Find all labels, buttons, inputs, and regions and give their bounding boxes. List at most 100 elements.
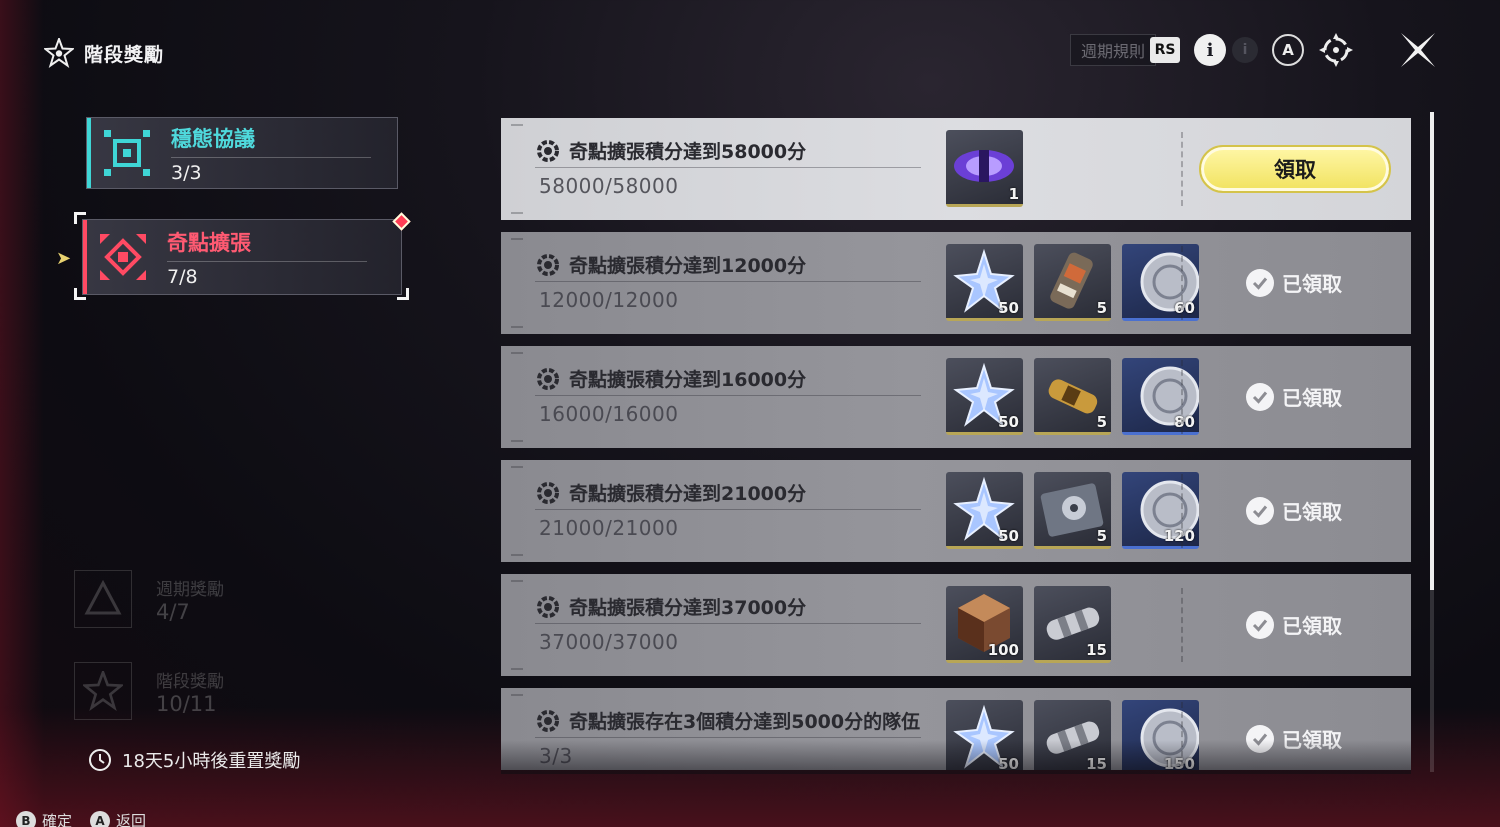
reward-item-count: 50	[998, 527, 1019, 545]
nav-item-stage-rewards[interactable]: 階段獎勵 10/11	[74, 662, 224, 720]
reward-item[interactable]: 120	[1122, 472, 1199, 549]
row-corner-mark	[511, 212, 523, 214]
target-icon[interactable]	[1318, 32, 1354, 68]
back-hint[interactable]: A 返回	[90, 810, 146, 827]
claimed-status: 已領取	[1246, 610, 1342, 639]
reward-title: 奇點擴張積分達到37000分	[535, 590, 921, 624]
nav-stripe	[87, 118, 91, 188]
reward-row: 奇點擴張積分達到37000分 37000/37000 100 15 已領取	[501, 574, 1411, 676]
reward-items: 50 5 80	[946, 358, 1199, 435]
info-icon[interactable]: i	[1194, 34, 1226, 66]
reward-item[interactable]: 50	[946, 358, 1023, 435]
reward-progress: 58000/58000	[539, 174, 679, 198]
nav-item-progress: 3/3	[171, 161, 202, 184]
claimed-label: 已領取	[1282, 386, 1342, 410]
reward-progress: 16000/16000	[539, 402, 679, 426]
reward-row: 奇點擴張積分達到12000分 12000/12000 50 5 60 已領取	[501, 232, 1411, 334]
steady-protocol-icon	[104, 130, 150, 176]
rs-key-icon: RS	[1150, 37, 1180, 63]
nav-item-singularity-expansion[interactable]: 奇點擴張 7/8	[82, 219, 402, 295]
row-corner-mark	[511, 238, 523, 240]
cursor-arrow-icon: ➤	[56, 248, 72, 269]
reward-item-count: 50	[998, 413, 1019, 431]
reward-row: 奇點擴張積分達到16000分 16000/16000 50 5 80 已領取	[501, 346, 1411, 448]
scrollbar-thumb[interactable]	[1430, 112, 1434, 590]
reward-item[interactable]: 1	[946, 130, 1023, 207]
row-corner-mark	[511, 466, 523, 468]
reward-item[interactable]: 100	[946, 586, 1023, 663]
reward-items: 100 15	[946, 586, 1111, 663]
row-corner-mark	[511, 124, 523, 126]
a-button-icon[interactable]: A	[1272, 34, 1304, 66]
row-corner-mark	[511, 694, 523, 696]
nav-stripe	[83, 220, 87, 294]
reward-title: 奇點擴張積分達到16000分	[535, 362, 921, 396]
check-icon	[1246, 382, 1274, 411]
nav-item-cycle-rewards[interactable]: 週期獎勵 4/7	[74, 570, 224, 628]
nav-item-progress: 4/7	[156, 599, 190, 624]
scrollbar[interactable]	[1430, 112, 1434, 772]
reward-item-count: 5	[1096, 527, 1107, 545]
reward-row: 奇點擴張積分達到58000分 58000/58000 1 領取	[501, 118, 1411, 220]
reward-item-count: 15	[1086, 641, 1107, 659]
nav-item-progress: 7/8	[167, 265, 198, 288]
reward-title: 奇點擴張積分達到21000分	[535, 476, 921, 510]
reward-title-text: 奇點擴張積分達到37000分	[569, 597, 807, 619]
check-icon	[1246, 610, 1274, 639]
singularity-expansion-icon	[100, 234, 146, 280]
reward-item-count: 50	[998, 299, 1019, 317]
task-gear-icon	[537, 139, 559, 162]
reset-timer-text: 18天5小時後重置獎勵	[122, 751, 301, 772]
confirm-hint[interactable]: B 確定	[16, 810, 72, 827]
top-toolbar: 週期規則 RS i i A	[1069, 30, 1438, 70]
claimed-status: 已領取	[1246, 382, 1342, 411]
cycle-rewards-icon	[74, 570, 132, 628]
check-icon	[1246, 496, 1274, 525]
task-gear-icon	[537, 481, 559, 504]
reward-progress: 21000/21000	[539, 516, 679, 540]
reward-list[interactable]: 奇點擴張積分達到58000分 58000/58000 1 領取 奇點擴張積分達到…	[501, 118, 1411, 770]
claimed-status: 已領取	[1246, 268, 1342, 297]
reward-item[interactable]: 50	[946, 244, 1023, 321]
nav-item-label: 穩態協議	[171, 123, 371, 158]
claimed-label: 已領取	[1282, 614, 1342, 638]
reward-item-count: 60	[1174, 299, 1195, 317]
reward-title: 奇點擴張存在3個積分達到5000分的隊伍	[535, 704, 921, 738]
row-corner-mark	[511, 440, 523, 442]
row-corner-mark	[511, 554, 523, 556]
reward-item[interactable]: 5	[1034, 472, 1111, 549]
task-gear-icon	[537, 595, 559, 618]
nav-item-steady-protocol[interactable]: 穩態協議 3/3	[86, 117, 398, 189]
reward-item-count: 100	[987, 641, 1019, 659]
stage-rewards-icon	[74, 662, 132, 720]
claimed-status: 已領取	[1246, 496, 1342, 525]
row-divider	[1181, 132, 1183, 206]
reward-item-count: 5	[1096, 413, 1107, 431]
reward-item[interactable]: 15	[1034, 586, 1111, 663]
reward-item[interactable]: 5	[1034, 358, 1111, 435]
reward-item-count: 5	[1096, 299, 1107, 317]
claim-button[interactable]: 領取	[1199, 145, 1391, 193]
reward-item[interactable]: 50	[946, 472, 1023, 549]
reward-item[interactable]: 60	[1122, 244, 1199, 321]
row-divider	[1181, 474, 1183, 548]
reward-item[interactable]: 80	[1122, 358, 1199, 435]
task-gear-icon	[537, 709, 559, 732]
reward-item-count: 80	[1174, 413, 1195, 431]
row-divider	[1181, 360, 1183, 434]
a-button-icon: A	[90, 810, 111, 827]
reward-item-count: 120	[1163, 527, 1195, 545]
reward-title: 奇點擴張積分達到12000分	[535, 248, 921, 282]
task-gear-icon	[537, 253, 559, 276]
close-icon[interactable]	[1398, 30, 1438, 70]
row-corner-mark	[511, 668, 523, 670]
cycle-rules-button[interactable]: 週期規則	[1069, 34, 1156, 66]
reward-item-count: 1	[1008, 185, 1019, 203]
row-corner-mark	[511, 352, 523, 354]
reward-item[interactable]: 5	[1034, 244, 1111, 321]
reward-items: 50 5 60	[946, 244, 1199, 321]
reset-timer: 18天5小時後重置獎勵	[88, 747, 300, 773]
reward-title-text: 奇點擴張積分達到21000分	[569, 483, 807, 505]
page-header: 階段獎勵	[44, 38, 164, 68]
reward-title-text: 奇點擴張存在3個積分達到5000分的隊伍	[569, 711, 921, 733]
